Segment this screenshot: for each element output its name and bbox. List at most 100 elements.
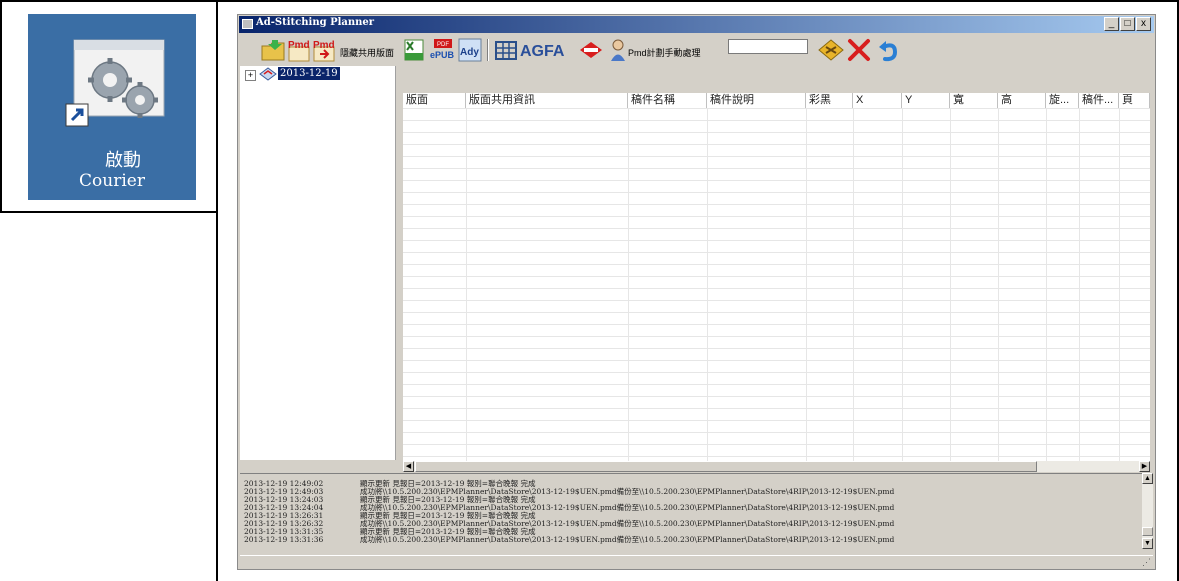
grid-row-line bbox=[403, 168, 1150, 169]
delete-x-icon[interactable] bbox=[847, 38, 871, 62]
grid-row-line bbox=[403, 156, 1150, 157]
grid-row-line bbox=[403, 312, 1150, 313]
grid-icon[interactable] bbox=[494, 38, 518, 62]
tree-expander[interactable]: + bbox=[245, 70, 256, 81]
col-header-rotation[interactable]: 旋... bbox=[1046, 93, 1079, 108]
horizontal-scroll-thumb[interactable] bbox=[415, 461, 1037, 472]
layout-grid[interactable]: 版面 版面共用資訊 稿件名稱 稿件說明 彩黑 X Y 寬 高 旋... 稿件..… bbox=[403, 93, 1150, 461]
resize-grip-icon[interactable]: ⋰ bbox=[1142, 557, 1151, 568]
grid-column-line bbox=[998, 108, 999, 461]
shortcut-label-line1: 啟動 bbox=[105, 150, 141, 171]
user-icon[interactable] bbox=[610, 38, 626, 62]
scroll-right-button[interactable]: ▶ bbox=[1139, 461, 1150, 472]
log-vertical-scrollbar[interactable]: ▲ ▼ bbox=[1142, 473, 1153, 549]
log-panel: 2013-12-19 12:49:02 顯示更新 見報日=2013-12-19 報… bbox=[240, 473, 1152, 555]
col-header-page-2[interactable]: 頁 bbox=[1119, 93, 1150, 108]
toolbar-separator bbox=[487, 39, 489, 61]
col-header-color[interactable]: 彩黑 bbox=[806, 93, 853, 108]
scroll-left-button[interactable]: ◀ bbox=[403, 461, 414, 472]
close-button[interactable]: x bbox=[1136, 17, 1151, 31]
shortcut-label-line2: Courier bbox=[79, 171, 145, 191]
pmd-label-1: Pmd bbox=[288, 40, 310, 51]
gear-shortcut-icon bbox=[65, 39, 165, 127]
frame-left-cell-bottom bbox=[0, 211, 218, 213]
hide-shared-pages-button[interactable]: 隱藏共用版面 bbox=[340, 46, 394, 59]
pmd-plan-input[interactable] bbox=[728, 39, 808, 54]
agfa-diamond-icon[interactable] bbox=[578, 38, 604, 62]
window-title: Ad-Stitching Planner bbox=[256, 17, 375, 28]
col-header-page[interactable]: 版面 bbox=[403, 93, 466, 108]
log-row: 2013-12-19 12:49:03 成功將\\10.5.200.230\EPM… bbox=[244, 488, 894, 496]
col-header-manuscript-desc[interactable]: 稿件說明 bbox=[707, 93, 806, 108]
grid-row-line bbox=[403, 144, 1150, 145]
log-timestamp: 2013-12-19 13:31:36 bbox=[244, 535, 324, 544]
date-tree-panel: + 2013-12-19 bbox=[240, 66, 396, 460]
log-row: 2013-12-19 13:24:04 成功將\\10.5.200.230\EPM… bbox=[244, 504, 894, 512]
col-header-y[interactable]: Y bbox=[902, 93, 950, 108]
pmd-export-icon[interactable]: Pmd bbox=[312, 38, 336, 62]
col-header-manuscript-extra[interactable]: 稿件... bbox=[1079, 93, 1119, 108]
grid-column-line bbox=[1046, 108, 1047, 461]
log-row: 2013-12-19 13:31:36 成功將\\10.5.200.230\EPM… bbox=[244, 536, 894, 544]
col-header-manuscript-name[interactable]: 稿件名稱 bbox=[628, 93, 707, 108]
grid-row-line bbox=[403, 240, 1150, 241]
grid-row-line bbox=[403, 216, 1150, 217]
status-bar: ⋰ bbox=[240, 555, 1153, 569]
grid-row-line bbox=[403, 324, 1150, 325]
grid-row-line bbox=[403, 432, 1150, 433]
grid-row-line bbox=[403, 120, 1150, 121]
ady-label: Ady bbox=[460, 47, 479, 58]
log-message: 成功將\\10.5.200.230\EPMPlanner\DataStore\2… bbox=[360, 535, 895, 544]
grid-row-line bbox=[403, 420, 1150, 421]
grid-header: 版面 版面共用資訊 稿件名稱 稿件說明 彩黑 X Y 寬 高 旋... 稿件..… bbox=[403, 93, 1150, 109]
grid-column-line bbox=[466, 108, 467, 461]
app-icon bbox=[242, 19, 253, 29]
log-scroll-up-button[interactable]: ▲ bbox=[1142, 473, 1153, 484]
grid-row-line bbox=[403, 456, 1150, 457]
pmd-icon[interactable]: Pmd bbox=[287, 38, 311, 62]
ady-icon[interactable]: Ady bbox=[458, 38, 482, 62]
agfa-logo[interactable]: AGFA bbox=[520, 38, 578, 62]
title-bar[interactable]: Ad-Stitching Planner _ □ x bbox=[239, 16, 1154, 33]
pdf-epub-icon[interactable]: PDF ePUB bbox=[430, 38, 456, 62]
grid-row-line bbox=[403, 408, 1150, 409]
minimize-button[interactable]: _ bbox=[1104, 17, 1119, 31]
horizontal-scrollbar[interactable]: ◀ ▶ bbox=[403, 461, 1150, 472]
grid-row-line bbox=[403, 264, 1150, 265]
log-row: 2013-12-19 13:26:32 成功將\\10.5.200.230\EPM… bbox=[244, 520, 894, 528]
maximize-button[interactable]: □ bbox=[1120, 17, 1135, 31]
grid-row-line bbox=[403, 252, 1150, 253]
pdf-label: PDF bbox=[437, 42, 449, 48]
grid-column-line bbox=[628, 108, 629, 461]
toolbar: Pmd Pmd 隱藏共用版面 PDF ePUB Ady AGFA Pmd計劃手動… bbox=[240, 35, 1152, 65]
grid-row-line bbox=[403, 204, 1150, 205]
grid-row-line bbox=[403, 396, 1150, 397]
grid-row-line bbox=[403, 300, 1150, 301]
grid-column-line bbox=[1119, 108, 1120, 461]
undo-icon[interactable] bbox=[877, 38, 901, 62]
col-header-width[interactable]: 寬 bbox=[950, 93, 998, 108]
log-scroll-down-button[interactable]: ▼ bbox=[1142, 538, 1153, 549]
diamond-arrows-icon[interactable] bbox=[817, 38, 845, 62]
pmd-label-2: Pmd bbox=[313, 40, 335, 51]
grid-row-line bbox=[403, 288, 1150, 289]
excel-icon[interactable] bbox=[403, 38, 427, 62]
col-header-x[interactable]: X bbox=[853, 93, 902, 108]
grid-column-line bbox=[853, 108, 854, 461]
courier-shortcut[interactable]: 啟動 Courier bbox=[28, 14, 196, 200]
open-folder-icon[interactable] bbox=[260, 38, 286, 62]
grid-row-line bbox=[403, 108, 1150, 109]
grid-row-line bbox=[403, 192, 1150, 193]
grid-column-line bbox=[902, 108, 903, 461]
log-scroll-thumb[interactable] bbox=[1142, 527, 1153, 536]
grid-row-line bbox=[403, 276, 1150, 277]
col-header-height[interactable]: 高 bbox=[998, 93, 1046, 108]
frame-left-cell-left bbox=[0, 0, 2, 213]
col-header-shared-info[interactable]: 版面共用資訊 bbox=[466, 93, 628, 108]
grid-column-line bbox=[1079, 108, 1080, 461]
agfa-label: AGFA bbox=[520, 43, 565, 60]
pmd-manual-processing-label: Pmd計劃手動處理 bbox=[628, 48, 701, 58]
frame-divider bbox=[216, 0, 218, 581]
grid-row-line bbox=[403, 360, 1150, 361]
tree-node-date[interactable]: 2013-12-19 bbox=[278, 67, 340, 80]
